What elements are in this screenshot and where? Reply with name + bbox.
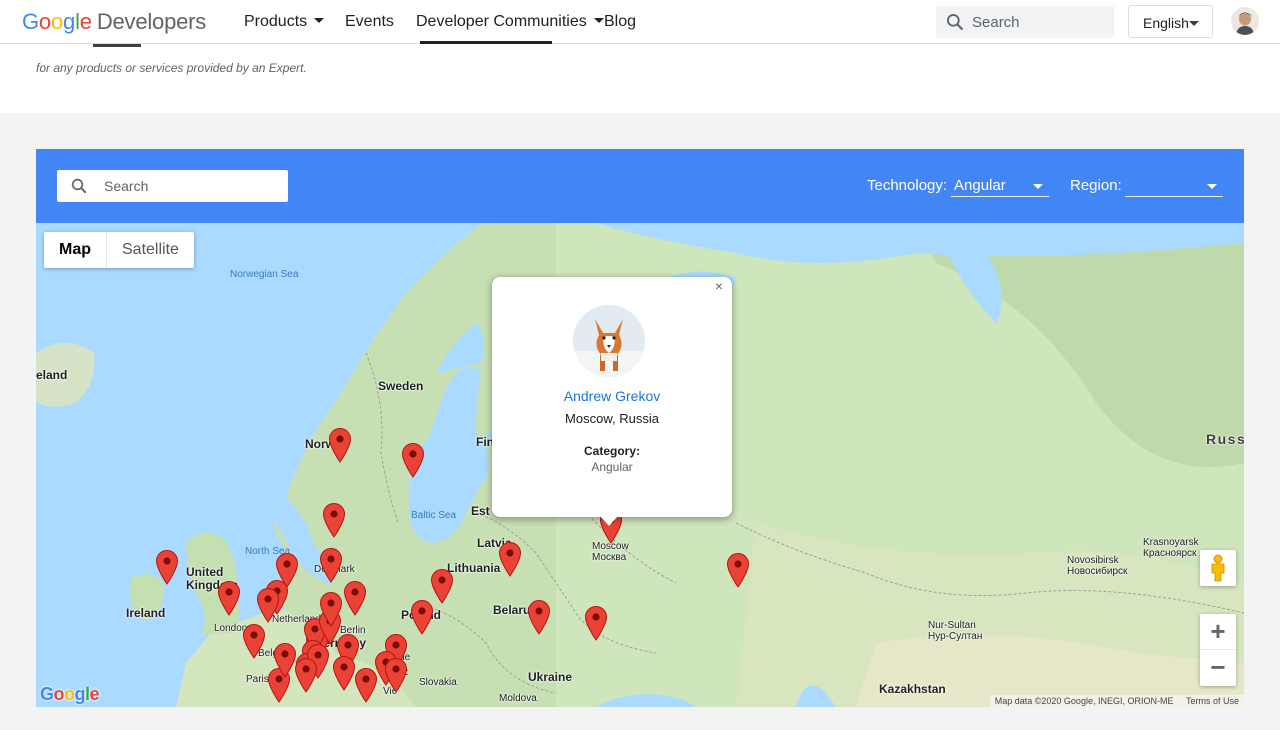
region-select[interactable] xyxy=(1125,176,1223,197)
map-pin-icon[interactable] xyxy=(322,502,346,538)
header-search-placeholder: Search xyxy=(972,14,1020,31)
label-norwegian-sea: Norwegian Sea xyxy=(230,269,299,280)
technology-label: Technology: xyxy=(867,177,948,194)
map-pin-icon[interactable] xyxy=(328,427,352,463)
map-pin-icon[interactable] xyxy=(527,599,551,635)
expert-info-window: × Andrew Grekov Moscow, Russia Category:… xyxy=(492,277,732,526)
logo-letter: e xyxy=(79,9,92,34)
avatar-image xyxy=(1231,7,1259,35)
expert-photo xyxy=(573,305,645,377)
fox-photo-icon xyxy=(573,305,645,377)
expert-location: Moscow, Russia xyxy=(565,411,659,426)
logo-letter: g xyxy=(63,9,76,34)
nav-developer-communities-label: Developer Communities xyxy=(416,13,587,30)
google-developers-logo[interactable]: Google Developers xyxy=(22,9,206,35)
zoom-control: + − xyxy=(1200,614,1236,686)
top-header: Google Developers Products Events Develop… xyxy=(0,0,1280,44)
terms-of-use-link[interactable]: Terms of Use xyxy=(1186,696,1239,706)
language-select[interactable]: English xyxy=(1128,5,1213,38)
map-pin-icon[interactable] xyxy=(584,605,608,641)
map-pin-icon[interactable] xyxy=(384,657,408,693)
label-iceland: eland xyxy=(36,368,68,382)
nav-blog[interactable]: Blog xyxy=(604,0,636,44)
map-attribution: Map data ©2020 Google, INEGI, ORION-ME T… xyxy=(989,695,1244,707)
expert-category-label: Category: xyxy=(583,444,640,458)
expert-name-link[interactable]: Andrew Grekov xyxy=(492,388,732,404)
region-label: Region: xyxy=(1070,177,1122,194)
logo-letter: o xyxy=(50,9,64,34)
expert-search-placeholder: Search xyxy=(104,178,149,194)
nav-blog-label: Blog xyxy=(604,13,637,30)
search-icon xyxy=(71,178,87,194)
label-russia: Russ xyxy=(1206,431,1244,447)
header-search-input[interactable]: Search xyxy=(936,6,1114,38)
disclaimer-text: for any products or services provided by… xyxy=(36,61,307,75)
filter-bar: Search Technology: Angular Region: xyxy=(36,149,1244,223)
label-novosibirsk: Novosibirsk Новосибирск xyxy=(1067,555,1128,577)
label-baltic-sea: Baltic Sea xyxy=(411,510,457,521)
map-type-control: Map Satellite xyxy=(44,232,194,268)
label-ukraine: Ukraine xyxy=(528,670,573,684)
map-pin-icon[interactable] xyxy=(155,549,179,585)
map-type-satellite[interactable]: Satellite xyxy=(107,232,194,268)
chevron-down-icon xyxy=(1189,21,1199,26)
underline-fragment xyxy=(93,44,141,47)
search-icon xyxy=(947,14,964,31)
label-sweden: Sweden xyxy=(378,379,424,393)
technology-select[interactable]: Angular xyxy=(951,176,1049,197)
label-paris: Paris xyxy=(246,674,269,685)
logo-product-name: Developers xyxy=(96,9,207,34)
map-pin-icon[interactable] xyxy=(294,657,318,693)
language-select-value: English xyxy=(1143,15,1189,31)
map-pin-icon[interactable] xyxy=(343,580,367,616)
label-estonia: Est xyxy=(471,504,490,518)
nav-events[interactable]: Events xyxy=(345,0,394,44)
label-nur-sultan: Nur-Sultan Нур-Султан xyxy=(928,620,983,642)
nav-events-label: Events xyxy=(345,13,394,30)
map-pin-icon[interactable] xyxy=(273,642,297,678)
google-map-logo[interactable]: Google xyxy=(40,684,100,705)
map-pin-icon[interactable] xyxy=(401,442,425,478)
nav-products[interactable]: Products xyxy=(244,0,325,44)
street-view-pegman[interactable] xyxy=(1200,550,1236,586)
map-pin-icon[interactable] xyxy=(410,599,434,635)
expert-search-input[interactable]: Search xyxy=(57,170,288,202)
pegman-icon xyxy=(1211,554,1225,582)
chevron-down-icon xyxy=(593,18,604,24)
label-slovakia: Slovakia xyxy=(419,677,457,688)
map-pin-icon[interactable] xyxy=(354,667,378,703)
logo-letter: G xyxy=(22,9,39,34)
map-type-map[interactable]: Map xyxy=(44,232,107,268)
experts-map[interactable]: Norwegian Sea eland Sweden Norway Fin Es… xyxy=(36,223,1244,707)
label-moldova: Moldova xyxy=(499,693,537,704)
disclaimer-top-cut xyxy=(36,44,1236,58)
nav-products-label: Products xyxy=(244,13,308,30)
map-pin-icon[interactable] xyxy=(217,580,241,616)
nav-developer-communities[interactable]: Developer Communities xyxy=(416,0,604,44)
zoom-in-button[interactable]: + xyxy=(1200,614,1236,650)
map-pin-icon[interactable] xyxy=(242,623,266,659)
expert-category-value: Angular xyxy=(591,460,633,474)
technology-select-value: Angular xyxy=(954,177,1006,194)
map-pin-icon[interactable] xyxy=(498,541,522,577)
map-pin-icon[interactable] xyxy=(256,587,280,623)
map-pin-icon[interactable] xyxy=(319,547,343,583)
map-pin-icon[interactable] xyxy=(332,655,356,691)
logo-letter: o xyxy=(38,9,51,34)
chevron-down-icon xyxy=(1033,184,1043,189)
label-lithuania: Lithuania xyxy=(447,561,501,575)
label-moscow: Moscow Москва xyxy=(592,541,629,563)
chevron-down-icon xyxy=(314,18,325,24)
zoom-out-button[interactable]: − xyxy=(1200,650,1236,686)
label-ireland: Ireland xyxy=(126,606,166,620)
close-icon[interactable]: × xyxy=(715,278,723,294)
map-pin-icon[interactable] xyxy=(726,552,750,588)
user-avatar[interactable] xyxy=(1231,7,1259,35)
label-kazakhstan: Kazakhstan xyxy=(879,682,946,696)
map-data-credit: Map data ©2020 Google, INEGI, ORION-ME xyxy=(994,696,1174,706)
chevron-down-icon xyxy=(1207,184,1217,189)
map-pin-icon[interactable] xyxy=(319,591,343,627)
